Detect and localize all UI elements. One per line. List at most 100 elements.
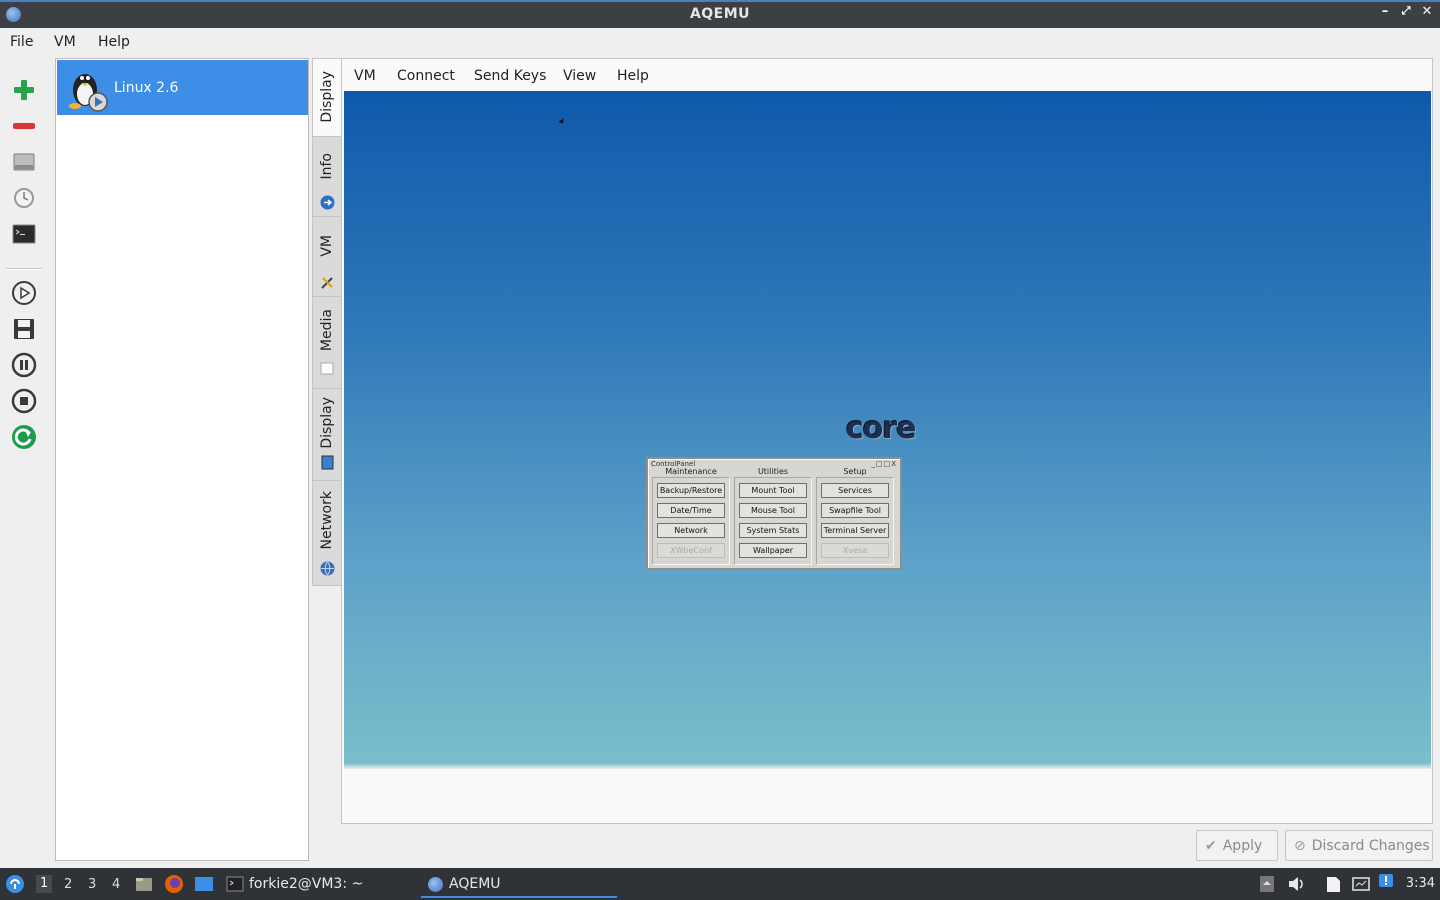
title-bar: AQEMU – ⤢ ✕ xyxy=(0,0,1440,28)
tab-network[interactable]: Network xyxy=(313,481,342,585)
tools-icon xyxy=(321,277,333,289)
task-aqemu[interactable]: AQEMU xyxy=(421,870,617,898)
core-logo: core xyxy=(846,411,917,446)
terminal-server-button[interactable]: Terminal Server xyxy=(821,523,889,538)
column-header-maintenance: Maintenance xyxy=(665,467,717,476)
firefox-icon[interactable] xyxy=(164,874,184,894)
checkmark-icon: ✔ xyxy=(1205,837,1217,854)
vm-name: Linux 2.6 xyxy=(114,80,179,96)
pause-icon[interactable] xyxy=(10,351,38,379)
column-header-utilities: Utilities xyxy=(757,467,789,476)
apply-label: Apply xyxy=(1222,837,1263,854)
backup-restore-button[interactable]: Backup/Restore xyxy=(657,483,725,498)
tab-display[interactable]: Display xyxy=(313,389,342,481)
left-toolbar xyxy=(0,60,50,868)
viewer-menu-send-keys[interactable]: Send Keys xyxy=(474,68,546,84)
file-manager-icon[interactable] xyxy=(134,874,154,894)
mount-tool-button[interactable]: Mount Tool xyxy=(739,483,807,498)
clipboard-icon[interactable] xyxy=(1323,874,1343,894)
minimize-icon[interactable]: – xyxy=(1376,4,1394,24)
setup-column: Services Swapfile Tool Terminal Server X… xyxy=(816,477,894,565)
tray-eject-icon[interactable] xyxy=(1257,874,1277,894)
discard-label: Discard Changes xyxy=(1311,837,1430,854)
mouse-tool-button[interactable]: Mouse Tool xyxy=(739,503,807,518)
play-icon[interactable] xyxy=(10,279,38,307)
reset-icon[interactable] xyxy=(10,423,38,451)
tab-media[interactable]: Media xyxy=(313,297,342,389)
maximize-icon[interactable]: ⤢ xyxy=(1397,4,1415,24)
maintenance-column: Backup/Restore Date/Time Network XWbeCon… xyxy=(652,477,730,565)
workspace-2[interactable]: 2 xyxy=(64,877,72,892)
menu-vm[interactable]: VM xyxy=(54,34,76,50)
save-icon[interactable] xyxy=(10,315,38,343)
stop-icon[interactable] xyxy=(10,387,38,415)
remove-vm-icon[interactable] xyxy=(10,112,38,140)
workspace-4[interactable]: 4 xyxy=(112,877,120,892)
guest-control-panel-window: ControlPanel _□□X Maintenance Utilities … xyxy=(646,457,902,570)
utilities-column: Mount Tool Mouse Tool System Stats Wallp… xyxy=(734,477,812,565)
display-panel: VM Connect Send Keys View Help core Cont… xyxy=(341,58,1433,824)
start-menu-icon[interactable] xyxy=(5,874,25,894)
viewer-menu-view[interactable]: View xyxy=(563,68,596,84)
viewer-menu-vm[interactable]: VM xyxy=(354,68,376,84)
swapfile-tool-button[interactable]: Swapfile Tool xyxy=(821,503,889,518)
main-menubar: File VM Help xyxy=(0,28,1440,56)
task-label: AQEMU xyxy=(449,876,501,892)
network-monitor-icon[interactable] xyxy=(1351,874,1371,894)
terminal-task-icon xyxy=(226,876,244,892)
date-time-button[interactable]: Date/Time xyxy=(657,503,725,518)
tab-vm[interactable]: VM xyxy=(313,217,342,297)
column-header-setup: Setup xyxy=(843,467,867,476)
volume-icon[interactable] xyxy=(1286,874,1306,894)
workspace-1[interactable]: 1 xyxy=(36,875,53,893)
screen-bottom-edge xyxy=(344,763,1431,769)
workspace-3[interactable]: 3 xyxy=(88,877,96,892)
vm-list[interactable]: Linux 2.6 xyxy=(55,58,309,861)
desktop-icon[interactable] xyxy=(194,874,214,894)
close-icon[interactable]: ✕ xyxy=(1418,4,1436,24)
wallpaper-button[interactable]: Wallpaper xyxy=(739,543,807,558)
xvesa-button: Xvesa xyxy=(821,543,889,558)
clock: 3:34 xyxy=(1405,876,1435,891)
apply-button[interactable]: ✔ Apply xyxy=(1196,830,1278,861)
viewer-menu-connect[interactable]: Connect xyxy=(397,68,455,84)
network-globe-icon xyxy=(320,561,335,576)
hard-disk-icon[interactable] xyxy=(10,148,38,176)
aqemu-task-icon xyxy=(428,877,443,892)
network-button[interactable]: Network xyxy=(657,523,725,538)
monitor-icon xyxy=(321,455,334,470)
linux-tux-icon xyxy=(69,74,108,112)
snapshot-clock-icon[interactable] xyxy=(10,184,38,212)
task-terminal[interactable]: forkie2@VM3: ~ xyxy=(226,870,416,898)
vm-display-screen[interactable]: core ControlPanel _□□X Maintenance Utili… xyxy=(344,91,1431,769)
window-title: AQEMU xyxy=(689,6,751,22)
terminal-icon[interactable] xyxy=(10,220,38,248)
taskbar: 1 2 3 4 forkie2@VM3: ~ AQEMU 3:34 xyxy=(0,868,1440,900)
tab-label: Media xyxy=(319,309,335,352)
tab-label: Info xyxy=(319,153,335,180)
viewer-menubar: VM Connect Send Keys View Help xyxy=(342,59,1432,91)
add-vm-icon[interactable] xyxy=(10,76,38,104)
update-notification-icon[interactable] xyxy=(1377,872,1397,892)
toolbar-separator xyxy=(6,268,42,270)
discard-changes-button[interactable]: ⊘ Discard Changes xyxy=(1285,830,1433,861)
xwbeconf-button: XWbeConf xyxy=(657,543,725,558)
mouse-cursor xyxy=(558,118,566,126)
vm-list-item[interactable]: Linux 2.6 xyxy=(57,60,308,115)
cancel-circle-icon: ⊘ xyxy=(1294,837,1306,854)
tab-info[interactable]: Info xyxy=(313,137,342,217)
info-icon xyxy=(320,195,335,210)
tab-label: VM xyxy=(319,235,335,257)
services-button[interactable]: Services xyxy=(821,483,889,498)
viewer-menu-help[interactable]: Help xyxy=(617,68,649,84)
menu-help[interactable]: Help xyxy=(98,34,130,50)
task-label: forkie2@VM3: ~ xyxy=(249,876,364,892)
menu-file[interactable]: File xyxy=(10,34,33,50)
tab-label: Display xyxy=(319,71,335,123)
tab-label: Network xyxy=(319,491,335,550)
system-stats-button[interactable]: System Stats xyxy=(739,523,807,538)
tab-label: Display xyxy=(319,397,335,449)
vertical-tab-bar: Display Info VM Media Display Network xyxy=(312,58,342,586)
tab-display-active[interactable]: Display xyxy=(313,59,342,137)
media-icon xyxy=(320,362,334,375)
